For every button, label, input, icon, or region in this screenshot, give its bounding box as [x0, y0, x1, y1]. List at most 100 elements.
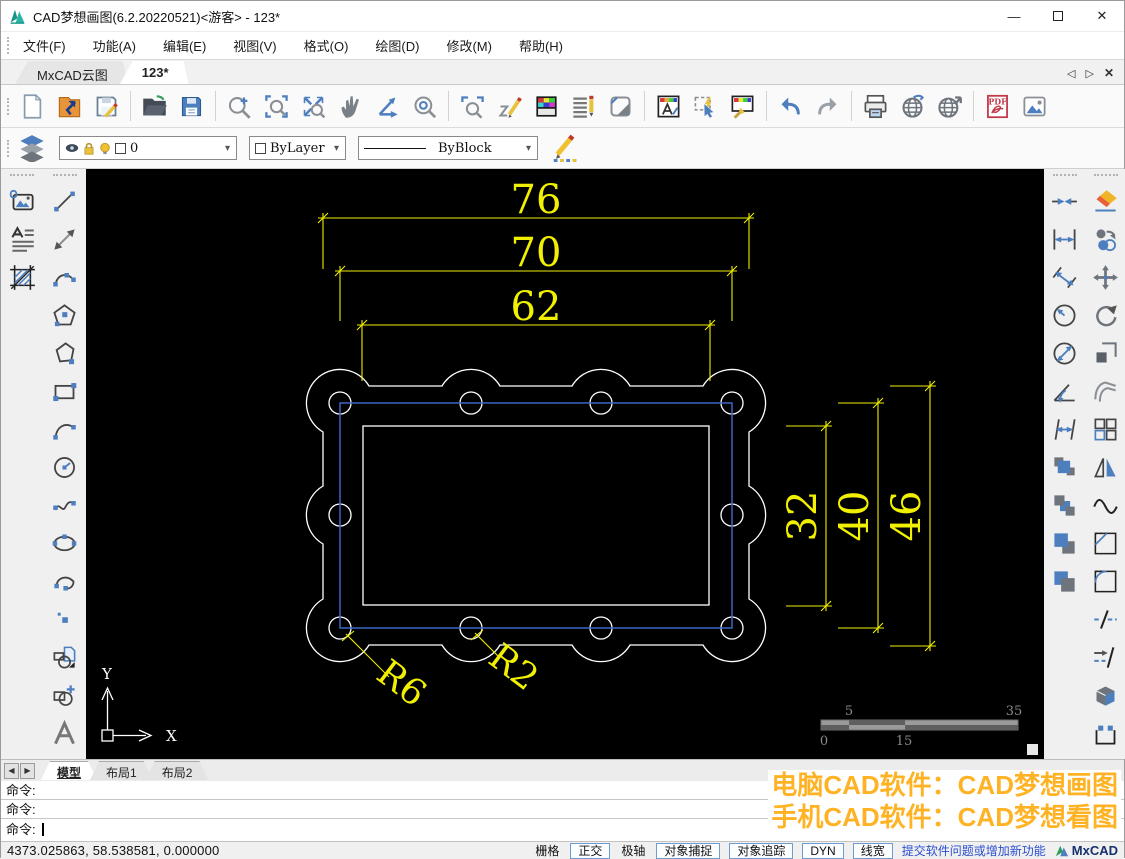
ellipse-button[interactable]	[46, 524, 84, 562]
line-button[interactable]	[46, 182, 84, 220]
save-button[interactable]	[89, 89, 124, 124]
break-button[interactable]	[1087, 600, 1125, 638]
construction-line-button[interactable]	[46, 220, 84, 258]
quick-select-button[interactable]	[688, 89, 723, 124]
offset-button[interactable]	[1087, 372, 1125, 410]
explode-button[interactable]	[1087, 676, 1125, 714]
polygon-button[interactable]	[46, 296, 84, 334]
clip-image-button[interactable]	[603, 89, 638, 124]
dim-aligned-button[interactable]	[1046, 258, 1084, 296]
tab-close-icon[interactable]: ✕	[1104, 66, 1114, 80]
toolbar-grip[interactable]	[7, 97, 10, 115]
toggle-lineweight[interactable]: 线宽	[852, 842, 893, 859]
dim-diameter-button[interactable]	[1046, 334, 1084, 372]
text-button[interactable]	[46, 714, 84, 752]
layout-tab-right-icon[interactable]: ▶	[20, 762, 35, 779]
toggle-osnap[interactable]: 对象捕捉	[656, 842, 721, 859]
menu-item-format[interactable]: 格式(O)	[304, 36, 349, 55]
copy-button[interactable]	[1087, 220, 1125, 258]
draworder-below-button[interactable]	[1046, 562, 1084, 600]
toggle-otrack[interactable]: 对象追踪	[729, 842, 794, 859]
open-folder-button[interactable]	[137, 89, 172, 124]
tab-scroll-right-icon[interactable]: ▷	[1085, 67, 1093, 80]
dim-quick-button[interactable]	[1046, 182, 1084, 220]
menu-item-function[interactable]: 功能(A)	[93, 36, 136, 55]
arc-continue-button[interactable]	[46, 562, 84, 600]
color-combo-chevron-icon[interactable]: ▾	[330, 143, 343, 154]
minimize-button[interactable]: —	[992, 2, 1036, 31]
chamfer-button[interactable]	[1087, 524, 1125, 562]
polyline-button[interactable]	[46, 258, 84, 296]
scale-button[interactable]	[1087, 334, 1125, 372]
dim-linear-button[interactable]	[1046, 220, 1084, 258]
menu-item-file[interactable]: 文件(F)	[23, 36, 66, 55]
zoom-extents-button[interactable]	[296, 89, 331, 124]
text-style-button[interactable]	[651, 89, 686, 124]
layer-combo[interactable]: 0 ▾	[59, 136, 237, 160]
maximize-button[interactable]	[1036, 2, 1080, 31]
hatch-button[interactable]	[3, 258, 41, 296]
move-button[interactable]	[1087, 258, 1125, 296]
stretch-button[interactable]	[1087, 714, 1125, 752]
print-button[interactable]	[858, 89, 893, 124]
toggle-dyn[interactable]: DYN	[802, 842, 844, 859]
dim-radius-button[interactable]	[1046, 296, 1084, 334]
menu-item-modify[interactable]: 修改(M)	[446, 36, 492, 55]
draworder-back-button[interactable]	[1046, 486, 1084, 524]
layers-icon[interactable]	[17, 134, 47, 162]
zoom-previous-button[interactable]	[455, 89, 490, 124]
draworder-above-button[interactable]	[1046, 524, 1084, 562]
layout-tab-layout1[interactable]: 布局1	[90, 761, 153, 780]
color-palette-button[interactable]	[529, 89, 564, 124]
web-upload-button[interactable]	[932, 89, 967, 124]
tab-scroll-left-icon[interactable]: ◁	[1067, 67, 1075, 80]
redo-button[interactable]	[810, 89, 845, 124]
point-button[interactable]	[46, 600, 84, 638]
ucs-axes-button[interactable]	[370, 89, 405, 124]
open-drawing-button[interactable]	[52, 89, 87, 124]
linetype-edit-pencil-icon[interactable]	[550, 133, 580, 163]
spline-button[interactable]	[46, 486, 84, 524]
linetype-combo[interactable]: ByBlock ▾	[358, 136, 538, 160]
lengthen-button[interactable]	[1087, 638, 1125, 676]
layout-tab-left-icon[interactable]: ◀	[4, 762, 19, 779]
drawing-canvas[interactable]: 76 70 62 32 40 46 R6 R2 Y X 5 35 0 15	[86, 169, 1044, 759]
toggle-grid[interactable]: 栅格	[533, 842, 561, 859]
sketch-button[interactable]	[492, 89, 527, 124]
right-toolbar-grip-b[interactable]	[1093, 174, 1118, 179]
right-toolbar-grip-a[interactable]	[1052, 174, 1077, 179]
export-image-button[interactable]	[1017, 89, 1052, 124]
array-button[interactable]	[1087, 410, 1125, 448]
save-as-button[interactable]	[174, 89, 209, 124]
new-file-button[interactable]	[15, 89, 50, 124]
dim-angular-button[interactable]	[1046, 372, 1084, 410]
model-space[interactable]: 76 70 62 32 40 46 R6 R2 Y X 5 35 0 15	[86, 169, 1044, 759]
undo-button[interactable]	[773, 89, 808, 124]
left-toolbar-grip-b[interactable]	[52, 174, 77, 179]
edit-spline-button[interactable]	[1087, 486, 1125, 524]
export-pdf-button[interactable]: PDF	[980, 89, 1015, 124]
toggle-polar[interactable]: 极轴	[619, 842, 647, 859]
linetype-combo-chevron-icon[interactable]: ▾	[522, 143, 535, 154]
insert-block-button[interactable]	[46, 638, 84, 676]
menu-item-draw[interactable]: 绘图(D)	[375, 36, 419, 55]
layer-combo-chevron-icon[interactable]: ▾	[221, 143, 234, 154]
fillet-button[interactable]	[1087, 562, 1125, 600]
mirror-button[interactable]	[1087, 448, 1125, 486]
layout-tab-model[interactable]: 模型	[41, 761, 97, 780]
erase-button[interactable]	[1087, 182, 1125, 220]
color-combo[interactable]: ByLayer ▾	[249, 136, 346, 160]
tab-123[interactable]: 123*	[120, 61, 189, 84]
circle-button[interactable]	[46, 448, 84, 486]
toggle-ortho[interactable]: 正交	[570, 842, 611, 859]
canvas-resize-grip[interactable]	[1027, 744, 1038, 755]
layout-tab-layout2[interactable]: 布局2	[146, 761, 209, 780]
mtext-button[interactable]	[3, 220, 41, 258]
menu-item-view[interactable]: 视图(V)	[233, 36, 276, 55]
create-block-button[interactable]	[46, 676, 84, 714]
menu-item-help[interactable]: 帮助(H)	[519, 36, 563, 55]
rectangle-button[interactable]	[46, 372, 84, 410]
rotate-button[interactable]	[1087, 296, 1125, 334]
propsbar-grip[interactable]	[7, 139, 10, 157]
zoom-in-button[interactable]	[222, 89, 257, 124]
